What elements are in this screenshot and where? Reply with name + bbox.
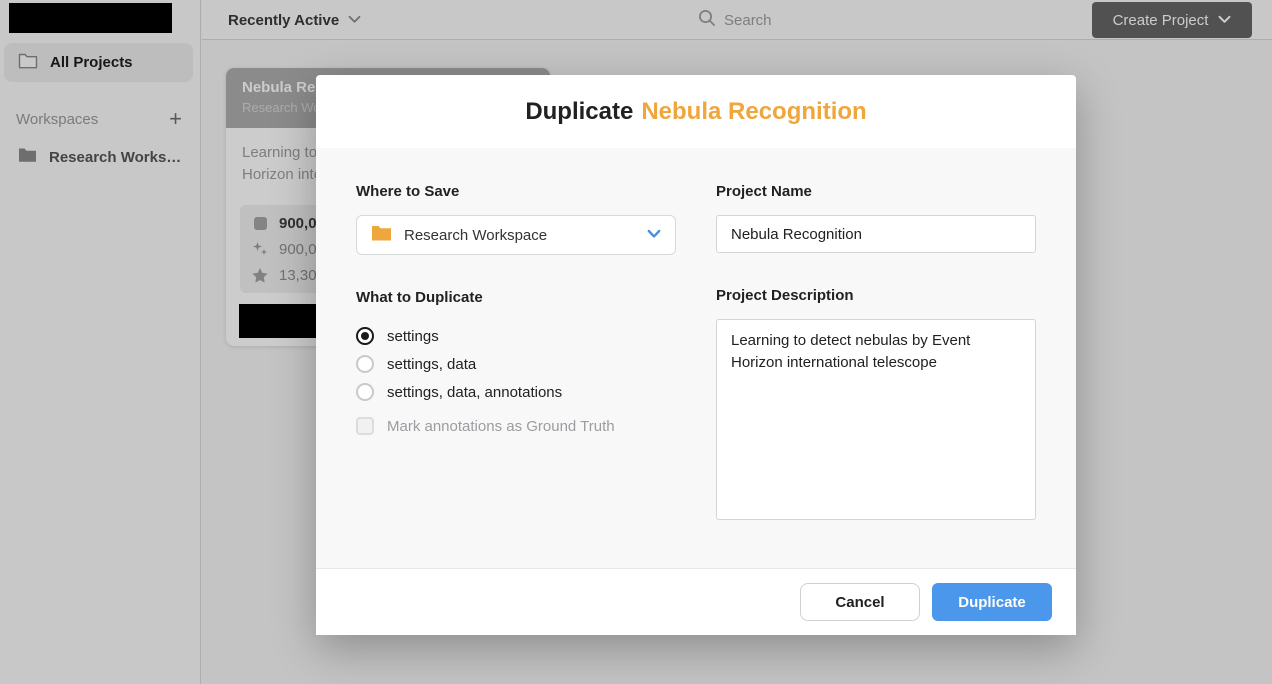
radio-unselected-icon — [356, 383, 374, 401]
workspace-dropdown[interactable]: Research Workspace — [356, 215, 676, 255]
modal-title-project-name: Nebula Recognition — [641, 98, 866, 126]
project-name-label: Project Name — [716, 183, 1036, 201]
radio-option-settings-data[interactable]: settings, data — [356, 350, 676, 378]
radio-option-settings-data-annotations[interactable]: settings, data, annotations — [356, 378, 676, 406]
checkbox-disabled-icon — [356, 417, 374, 435]
ground-truth-checkbox-row: Mark annotations as Ground Truth — [356, 412, 676, 440]
radio-option-label: settings, data, annotations — [387, 384, 562, 401]
ground-truth-checkbox-label: Mark annotations as Ground Truth — [387, 418, 615, 435]
modal-footer: Cancel Duplicate — [316, 568, 1076, 635]
radio-option-label: settings, data — [387, 356, 476, 373]
radio-unselected-icon — [356, 355, 374, 373]
what-to-duplicate-label: What to Duplicate — [356, 289, 676, 307]
where-to-save-label: Where to Save — [356, 183, 676, 201]
radio-option-label: settings — [387, 328, 439, 345]
modal-left-column: Where to Save Research Workspace What to… — [356, 183, 676, 568]
project-description-textarea[interactable]: Learning to detect nebulas by Event Hori… — [716, 319, 1036, 520]
modal-body: Where to Save Research Workspace What to… — [316, 148, 1076, 568]
project-name-input[interactable] — [716, 215, 1036, 253]
radio-selected-icon — [356, 327, 374, 345]
modal-right-column: Project Name Project Description Learnin… — [716, 183, 1036, 568]
radio-option-settings[interactable]: settings — [356, 322, 676, 350]
folder-orange-icon — [371, 224, 392, 247]
workspace-dropdown-value: Research Workspace — [404, 227, 635, 244]
project-description-label: Project Description — [716, 287, 1036, 305]
duplicate-button[interactable]: Duplicate — [932, 583, 1052, 621]
chevron-down-icon — [647, 226, 661, 244]
duplicate-project-modal: Duplicate Nebula Recognition Where to Sa… — [316, 75, 1076, 635]
modal-header: Duplicate Nebula Recognition — [316, 75, 1076, 148]
duplicate-options-radio-group: settings settings, data settings, data, … — [356, 322, 676, 440]
cancel-button[interactable]: Cancel — [800, 583, 920, 621]
modal-title-prefix: Duplicate — [525, 98, 633, 126]
